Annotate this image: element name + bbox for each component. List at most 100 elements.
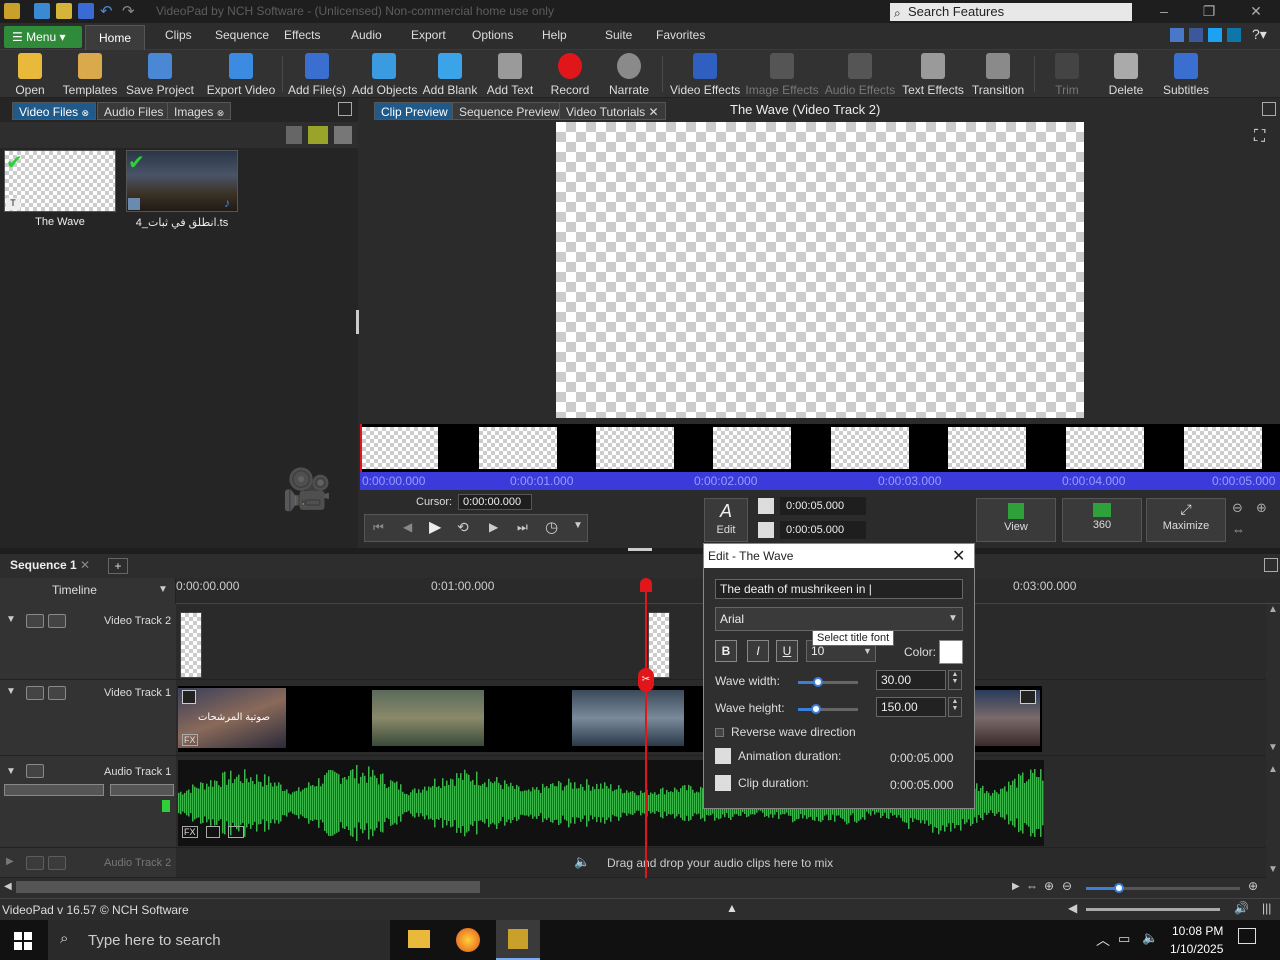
delete-button[interactable]: Delete [1104, 50, 1148, 98]
zoom-in-icon[interactable]: ⊕ [1256, 500, 1267, 516]
video-effects-button[interactable]: Video Effects [670, 50, 740, 98]
timeline-horizontal-scrollbar[interactable]: ◀ ▶ ⇔ ⊕ ⊖ ⊕ [0, 878, 1280, 898]
timeline-vertical-scrollbar[interactable]: ▲ ▼ ▲ ▼ [1266, 604, 1280, 878]
clock-date[interactable]: 1/10/2025 [1170, 942, 1223, 956]
film-icon[interactable] [48, 686, 66, 700]
play-icon[interactable]: ▶ [429, 517, 441, 537]
timeline-playhead[interactable] [645, 592, 647, 878]
open-project-icon[interactable] [56, 3, 72, 19]
scroll-up-icon[interactable]: ▲ [1268, 604, 1278, 615]
zoom-out-icon[interactable]: ⊖ [1062, 879, 1072, 893]
scroll-down-icon[interactable]: ▼ [1268, 864, 1278, 875]
tab-clips[interactable]: Clips [165, 28, 192, 42]
go-to-end-icon[interactable]: ⏭ [517, 520, 528, 535]
collapse-icon[interactable]: ▼ [6, 686, 16, 697]
color-swatch[interactable] [939, 640, 963, 664]
close-icon[interactable]: ✕ [952, 546, 965, 566]
transition-icon[interactable] [182, 690, 196, 704]
tab-sequence-preview[interactable]: Sequence Preview [452, 102, 567, 120]
network-icon[interactable]: ▭ [1118, 931, 1130, 947]
bin-delete-icon[interactable] [286, 126, 302, 144]
wave-width-slider-knob[interactable] [813, 677, 823, 687]
cursor-time-field[interactable]: 0:00:00.000 [458, 494, 532, 510]
vr-360-button[interactable]: 360 [1062, 498, 1142, 542]
step-forward-icon[interactable]: ▶ [489, 520, 498, 534]
tab-audio[interactable]: Audio [351, 28, 382, 42]
undock-icon[interactable] [338, 102, 352, 116]
scroll-right-icon[interactable]: ▶ [1012, 881, 1020, 892]
text-effects-button[interactable]: Text Effects [900, 50, 966, 98]
fullscreen-icon[interactable]: ⛶ [1254, 128, 1265, 146]
videopad-taskbar-item[interactable] [496, 920, 540, 960]
record-button[interactable]: Record [546, 50, 594, 98]
speaker-icon[interactable]: ◀ [1068, 901, 1077, 915]
split-clip-icon[interactable]: ✂ [638, 668, 654, 692]
subtitles-button[interactable]: Subtitles [1160, 50, 1212, 98]
image-effects-button[interactable]: Image Effects [744, 50, 820, 98]
facebook-icon[interactable] [1189, 28, 1203, 42]
zoom-fit-icon[interactable]: ⊕ [1044, 879, 1054, 893]
speaker-icon[interactable] [26, 764, 44, 778]
eye-icon[interactable] [26, 614, 44, 628]
text-clip[interactable] [648, 612, 670, 678]
italic-button[interactable]: I [747, 640, 769, 662]
tray-expand-icon[interactable]: ︿ [1096, 930, 1110, 950]
help-icon[interactable]: ?▾ [1252, 26, 1267, 43]
zoom-slider-knob[interactable] [1114, 883, 1124, 893]
speed-dropdown-icon[interactable]: ▼ [573, 520, 583, 531]
tab-video-files[interactable]: Video Files ⊗ [12, 102, 97, 120]
fit-width-icon[interactable]: ⇔ [1232, 522, 1245, 537]
tab-options[interactable]: Options [472, 28, 513, 42]
film-icon[interactable] [48, 614, 66, 628]
export-video-button[interactable]: Export Video [204, 50, 278, 98]
maximize-button[interactable]: ⤢ Maximize [1146, 498, 1226, 542]
step-back-icon[interactable]: ◀ [403, 520, 412, 534]
text-clip[interactable] [180, 612, 202, 678]
speaker-icon[interactable]: 🔈 [1142, 930, 1158, 946]
playhead-handle[interactable] [640, 578, 652, 592]
undock-icon[interactable] [1264, 558, 1278, 572]
new-bin-icon[interactable] [308, 126, 328, 144]
speaker-icon[interactable] [26, 856, 44, 870]
title-text-input[interactable]: The death of mushrikeen in | [715, 579, 963, 599]
notifications-icon[interactable] [1238, 928, 1256, 944]
audio-effects-button[interactable]: Audio Effects [824, 50, 896, 98]
wave-height-slider-knob[interactable] [811, 704, 821, 714]
tab-clip-preview[interactable]: Clip Preview [374, 102, 455, 120]
wave-height-slider[interactable] [798, 704, 858, 714]
animation-duration-value[interactable]: 0:00:05.000 [890, 751, 953, 765]
splitter-grip[interactable] [628, 548, 652, 551]
templates-button[interactable]: Templates [60, 50, 120, 98]
volume-icon[interactable]: 🔊 [1234, 901, 1249, 915]
expand-up-icon[interactable]: ▲ [726, 901, 738, 915]
tab-help[interactable]: Help [542, 28, 567, 42]
scroll-up-icon[interactable]: ▲ [1268, 764, 1278, 775]
mark-out-icon[interactable] [758, 522, 774, 538]
tab-sequence[interactable]: Sequence [215, 28, 269, 42]
tab-favorites[interactable]: Favorites [656, 28, 705, 42]
clock-time[interactable]: 10:08 PM [1172, 924, 1223, 938]
font-select[interactable]: Arial ▼ [715, 607, 963, 631]
bin-item-video[interactable]: ✔ ♪ انطلق في ثبات_4.ts [126, 150, 242, 236]
undock-icon[interactable] [1262, 102, 1276, 116]
like-icon[interactable] [1170, 28, 1184, 42]
add-text-button[interactable]: Add Text [484, 50, 536, 98]
wave-height-spinner[interactable]: ▲ ▼ [948, 697, 962, 717]
scroll-left-icon[interactable]: ◀ [4, 881, 12, 892]
zoom-in-icon[interactable]: ⊕ [1248, 879, 1258, 893]
pan-slider[interactable] [110, 784, 174, 796]
mark-in-icon[interactable] [758, 498, 774, 514]
master-volume-slider[interactable] [1086, 908, 1220, 911]
tab-home[interactable]: Home [85, 25, 145, 51]
narrate-button[interactable]: Narrate [604, 50, 654, 98]
fit-timeline-icon[interactable]: ⇔ [1026, 879, 1038, 893]
preview-time-ruler[interactable]: 0:00:00.000 0:00:01.000 0:00:02.000 0:00… [360, 472, 1280, 490]
transition-button[interactable]: Transition [970, 50, 1026, 98]
speed-icon[interactable]: ◷ [545, 518, 558, 536]
fx-icon[interactable]: FX [182, 734, 198, 746]
list-view-icon[interactable] [334, 126, 352, 144]
wave-width-spinner[interactable]: ▲ ▼ [948, 670, 962, 690]
eye-icon[interactable] [26, 686, 44, 700]
clip-duration-value[interactable]: 0:00:05.000 [890, 778, 953, 792]
wave-height-input[interactable]: 150.00 [876, 697, 946, 717]
